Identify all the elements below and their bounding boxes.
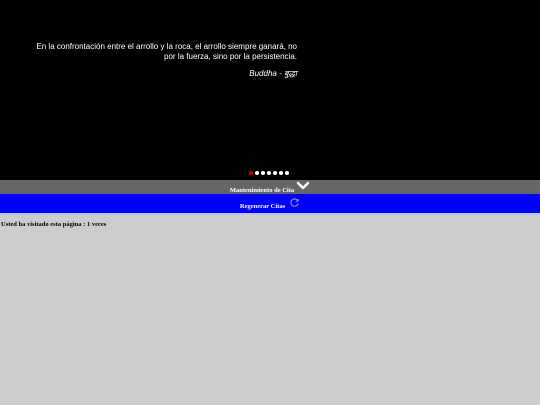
carousel-dots (249, 171, 289, 177)
carousel-dot[interactable] (273, 171, 277, 175)
maintenance-toggle-bar[interactable]: Mantenimiento de Cita (0, 180, 540, 194)
quote-panel: En la confrontación entre el arrollo y l… (0, 0, 540, 180)
carousel-dot[interactable] (267, 171, 271, 175)
carousel-dot[interactable] (279, 171, 283, 175)
regenerate-quotes-bar[interactable]: Regenerar Citas (0, 194, 540, 213)
visit-counter: Usted ha visitado esta página : 1 veces (1, 221, 107, 228)
carousel-dot[interactable] (285, 171, 289, 175)
chevron-down-icon[interactable] (296, 181, 310, 191)
maintenance-label: Mantenimiento de Cita (229, 186, 295, 194)
quote-text: En la confrontación entre el arrollo y l… (36, 42, 297, 61)
carousel-dot[interactable] (249, 171, 253, 175)
refresh-icon[interactable] (289, 197, 300, 208)
carousel-dot[interactable] (255, 171, 259, 175)
carousel-dot[interactable] (261, 171, 265, 175)
regenerate-label: Regenerar Citas (239, 203, 286, 210)
quote-author: Buddha - बुद्धा (249, 69, 297, 78)
